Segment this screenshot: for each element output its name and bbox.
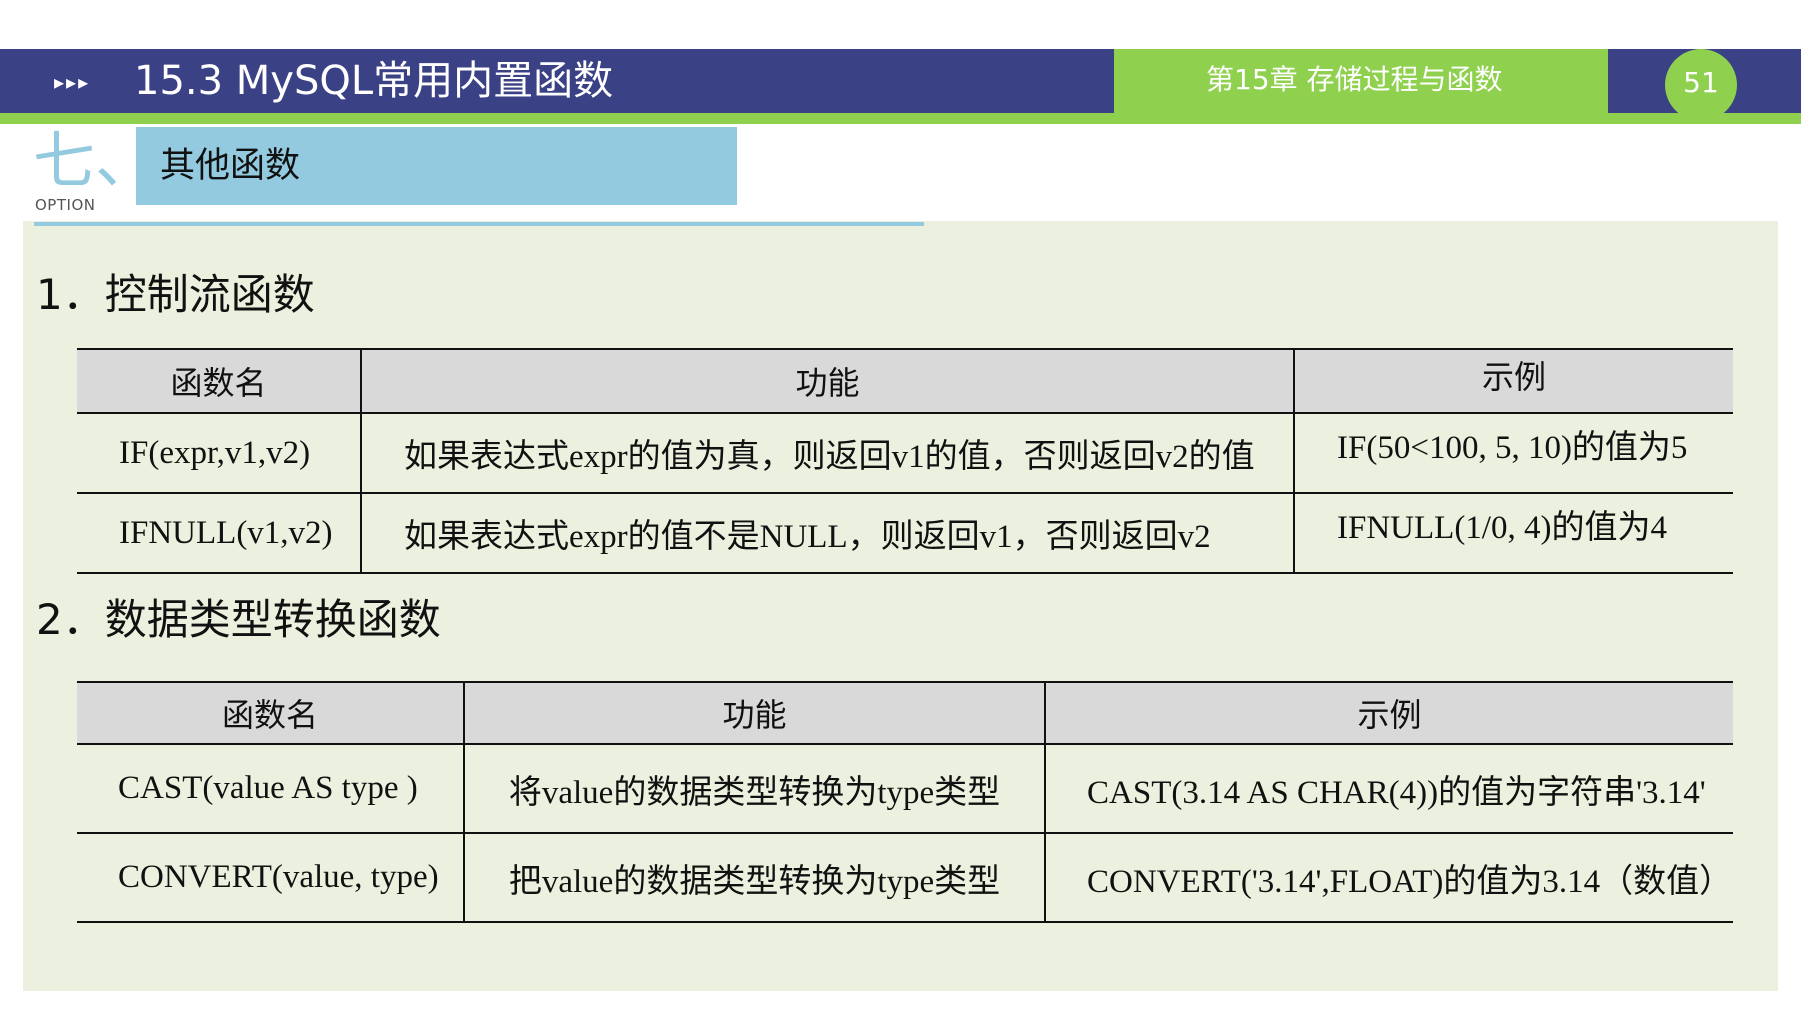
function-name-cell: IFNULL(v1,v2) bbox=[77, 493, 361, 574]
function-description-cell: 如果表达式expr的值不是NULL，则返回v1，否则返回v2 bbox=[360, 493, 1294, 574]
function-description-cell: 如果表达式expr的值为真，则返回v1的值，否则返回v2的值 bbox=[360, 413, 1294, 494]
column-header-name: 函数名 bbox=[77, 348, 361, 414]
function-example-cell: CAST(3.14 AS CHAR(4))的值为字符串'3.14' bbox=[1044, 744, 1733, 834]
table-header-row: 函数名 功能 示例 bbox=[77, 348, 1733, 414]
type-conversion-heading: 2．数据类型转换函数 bbox=[36, 595, 441, 644]
column-header-function: 功能 bbox=[360, 348, 1294, 414]
slide-title: 15.3 MySQL常用内置函数 bbox=[134, 58, 614, 104]
function-name-cell: CAST(value AS type ) bbox=[77, 744, 464, 834]
function-name-cell: CONVERT(value, type) bbox=[77, 833, 464, 923]
table-row: IF(expr,v1,v2) 如果表达式expr的值为真，则返回v1的值，否则返… bbox=[77, 413, 1733, 494]
type-conversion-table: 函数名 功能 示例 CAST(value AS type ) 将value的数据… bbox=[77, 681, 1733, 923]
column-header-function: 功能 bbox=[463, 681, 1045, 745]
function-example-cell: IF(50<100, 5, 10)的值为5 bbox=[1293, 413, 1733, 494]
chapter-title: 第15章 存储过程与函数 bbox=[1206, 63, 1503, 96]
column-header-name: 函数名 bbox=[77, 681, 464, 745]
triple-arrow-icon: ▸▸▸ bbox=[54, 70, 91, 94]
table-row: IFNULL(v1,v2) 如果表达式expr的值不是NULL，则返回v1，否则… bbox=[77, 493, 1733, 574]
function-example-cell: IFNULL(1/0, 4)的值为4 bbox=[1293, 493, 1733, 574]
table-row: CAST(value AS type ) 将value的数据类型转换为type类… bbox=[77, 744, 1733, 834]
function-name-cell: IF(expr,v1,v2) bbox=[77, 413, 361, 494]
section-title: 其他函数 bbox=[160, 146, 301, 186]
function-description-cell: 把value的数据类型转换为type类型 bbox=[463, 833, 1045, 923]
column-header-example: 示例 bbox=[1293, 348, 1733, 414]
table-header-row: 函数名 功能 示例 bbox=[77, 681, 1733, 745]
table-row: CONVERT(value, type) 把value的数据类型转换为type类… bbox=[77, 833, 1733, 923]
function-description-cell: 将value的数据类型转换为type类型 bbox=[463, 744, 1045, 834]
page-number-badge: 51 bbox=[1665, 49, 1737, 121]
section-option-label: OPTION bbox=[35, 196, 96, 214]
section-underline bbox=[34, 222, 924, 226]
function-example-cell: CONVERT('3.14',FLOAT)的值为3.14（数值） bbox=[1044, 833, 1733, 923]
control-flow-table: 函数名 功能 示例 IF(expr,v1,v2) 如果表达式expr的值为真，则… bbox=[77, 348, 1733, 574]
control-flow-heading: 1．控制流函数 bbox=[36, 270, 315, 319]
column-header-example: 示例 bbox=[1044, 681, 1733, 745]
